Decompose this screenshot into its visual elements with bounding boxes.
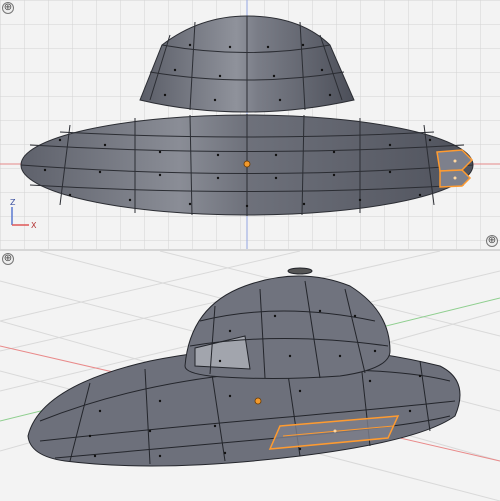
- object-origin[interactable]: [243, 160, 251, 168]
- dome-mesh-perspective[interactable]: [184, 267, 391, 379]
- front-viewport[interactable]: Z X ⊕ ⊕: [0, 0, 500, 250]
- x-axis-label: X: [31, 221, 37, 230]
- viewport-corner-button-top-left[interactable]: ⊕: [2, 2, 14, 14]
- object-origin-perspective[interactable]: [254, 397, 262, 405]
- perspective-viewport[interactable]: ⊕: [0, 251, 500, 501]
- perspective-viewport-canvas[interactable]: [0, 251, 500, 501]
- viewport-corner-button-top-left-perspective[interactable]: ⊕: [2, 253, 14, 265]
- z-axis-label: Z: [10, 198, 16, 207]
- front-viewport-canvas[interactable]: Z X: [0, 0, 500, 249]
- viewport-corner-button-bottom-right[interactable]: ⊕: [486, 235, 498, 247]
